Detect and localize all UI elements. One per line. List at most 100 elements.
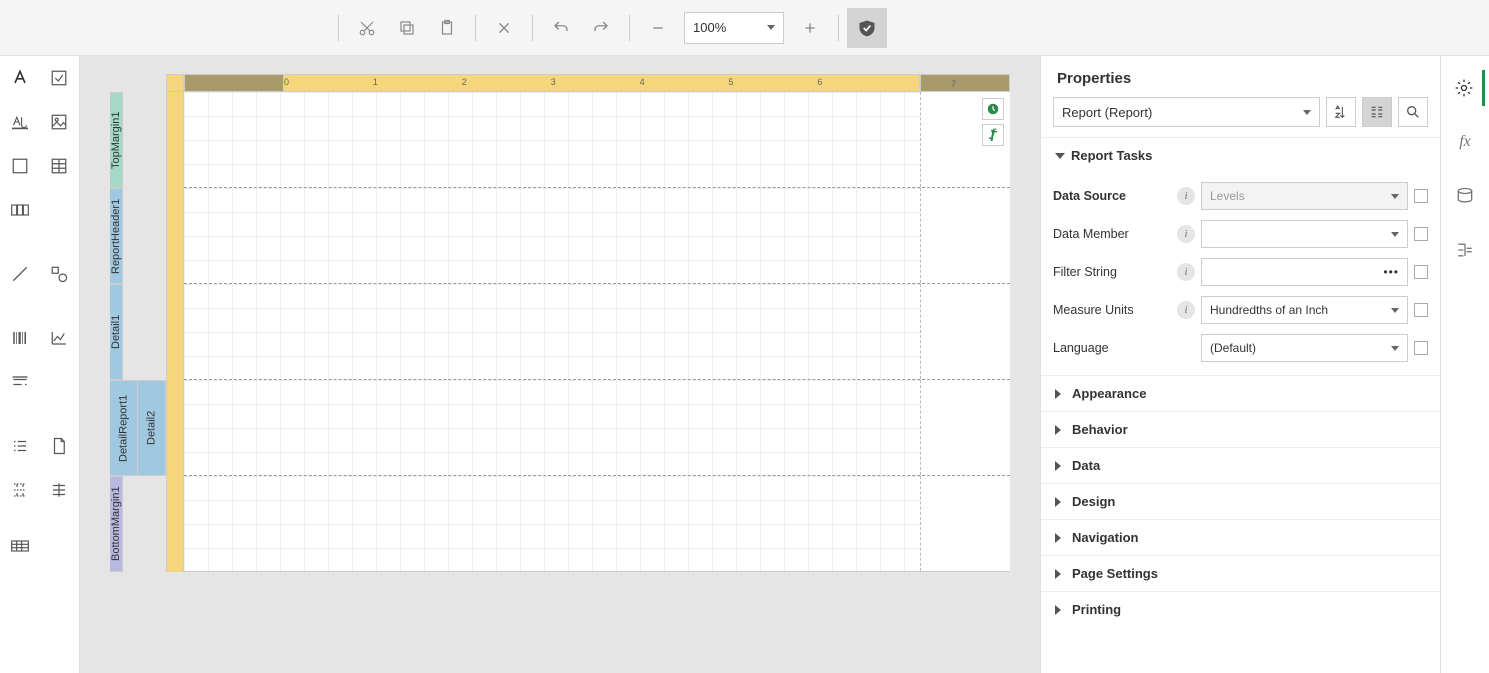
- line-tool[interactable]: [0, 252, 40, 296]
- section-label: Report Tasks: [1071, 148, 1152, 163]
- validate-button[interactable]: [847, 8, 887, 48]
- paste-button[interactable]: [427, 8, 467, 48]
- info-icon[interactable]: i: [1177, 263, 1195, 281]
- section-navigation[interactable]: Navigation: [1041, 519, 1440, 555]
- object-selector-value: Report (Report): [1062, 105, 1152, 120]
- band-detail[interactable]: [184, 284, 1010, 380]
- band-label-bottommargin[interactable]: BottomMargin1: [110, 476, 123, 572]
- tableofcontents-tool[interactable]: [0, 424, 40, 468]
- prop-input-datasource[interactable]: Levels: [1201, 182, 1408, 210]
- zoom-level-select[interactable]: 100%: [684, 12, 784, 44]
- prop-input-filterstring[interactable]: •••: [1201, 258, 1408, 286]
- zoom-in-button[interactable]: [790, 8, 830, 48]
- vertical-ruler[interactable]: [166, 284, 184, 380]
- chevron-right-icon: [1055, 497, 1066, 507]
- section-appearance[interactable]: Appearance: [1041, 375, 1440, 411]
- section-data[interactable]: Data: [1041, 447, 1440, 483]
- delete-button[interactable]: [484, 8, 524, 48]
- section-design[interactable]: Design: [1041, 483, 1440, 519]
- horizontal-ruler[interactable]: 0 1 2 3 4 5 6: [284, 74, 920, 92]
- band-detail2[interactable]: [184, 380, 1010, 476]
- properties-tab[interactable]: [1449, 70, 1485, 106]
- spacer: [40, 524, 80, 568]
- expression-button[interactable]: f: [982, 124, 1004, 146]
- band-reportheader[interactable]: [184, 188, 1010, 284]
- shape-tool[interactable]: [40, 252, 80, 296]
- crossband-tool[interactable]: [40, 468, 80, 512]
- band-label-detailreport[interactable]: DetailReport1: [110, 380, 138, 476]
- pagebreak-tool[interactable]: [0, 468, 40, 512]
- section-printing[interactable]: Printing: [1041, 591, 1440, 627]
- chart-tool[interactable]: [40, 316, 80, 360]
- vertical-ruler[interactable]: [166, 92, 184, 188]
- chevron-right-icon: [1055, 389, 1066, 399]
- design-surface[interactable]: 0 1 2 3 4 5 6 7 TopMargin1 ReportHeader1…: [80, 56, 1040, 673]
- smart-tag-button[interactable]: [982, 98, 1004, 120]
- prop-marker[interactable]: [1414, 265, 1428, 279]
- picturebox-tool[interactable]: [40, 100, 80, 144]
- section-pagesettings[interactable]: Page Settings: [1041, 555, 1440, 591]
- panel-tool[interactable]: [0, 144, 40, 188]
- info-icon[interactable]: i: [1177, 225, 1195, 243]
- band-topmargin[interactable]: [184, 92, 1010, 188]
- richtext-tool[interactable]: [0, 100, 40, 144]
- vertical-ruler[interactable]: [166, 380, 184, 476]
- ruler-tick: 7: [951, 79, 956, 89]
- ruler-tick: 6: [817, 77, 822, 87]
- prop-input-datamember[interactable]: [1201, 220, 1408, 248]
- section-report-tasks[interactable]: Report Tasks: [1041, 137, 1440, 173]
- gauge-tool[interactable]: [0, 360, 40, 404]
- sort-category-button[interactable]: [1362, 97, 1392, 127]
- copy-button[interactable]: [387, 8, 427, 48]
- chevron-down-icon: [1391, 346, 1399, 351]
- redo-button[interactable]: [581, 8, 621, 48]
- prop-label-datamember: Data Member: [1053, 227, 1171, 241]
- charactercomb-tool[interactable]: [0, 188, 40, 232]
- ruler-left-overflow: [184, 74, 284, 92]
- prop-input-language[interactable]: (Default): [1201, 334, 1408, 362]
- checkbox-tool[interactable]: [40, 56, 80, 100]
- info-icon[interactable]: i: [1177, 301, 1195, 319]
- info-icon[interactable]: i: [1177, 187, 1195, 205]
- sort-alpha-button[interactable]: [1326, 97, 1356, 127]
- band-bottommargin[interactable]: [184, 476, 1010, 572]
- section-label: Behavior: [1072, 422, 1128, 437]
- ruler-tick: 0: [284, 77, 289, 87]
- prop-marker[interactable]: [1414, 189, 1428, 203]
- ruler-tick: 3: [551, 77, 556, 87]
- band-label-detail[interactable]: Detail1: [110, 284, 123, 380]
- cut-button[interactable]: [347, 8, 387, 48]
- zoom-out-button[interactable]: [638, 8, 678, 48]
- reportexplorer-tab[interactable]: [1447, 232, 1483, 268]
- chevron-down-icon: [1391, 232, 1399, 237]
- prop-input-measureunits[interactable]: Hundredths of an Inch: [1201, 296, 1408, 324]
- prop-marker[interactable]: [1414, 227, 1428, 241]
- object-selector[interactable]: Report (Report): [1053, 97, 1320, 127]
- prop-value: Levels: [1210, 189, 1245, 203]
- spacer: [40, 188, 80, 232]
- band-label-detail2[interactable]: Detail2: [138, 380, 166, 476]
- spacer: [40, 360, 80, 404]
- pageinfo-tool[interactable]: [40, 424, 80, 468]
- undo-button[interactable]: [541, 8, 581, 48]
- prop-marker[interactable]: [1414, 341, 1428, 355]
- chevron-down-icon: [1391, 194, 1399, 199]
- fieldlist-tab[interactable]: [1447, 178, 1483, 214]
- section-label: Page Settings: [1072, 566, 1158, 581]
- report-tasks-body: Data Source i Levels Data Member i Filte…: [1041, 173, 1440, 375]
- crosstab-tool[interactable]: [0, 524, 40, 568]
- band-label-reportheader[interactable]: ReportHeader1: [110, 188, 123, 284]
- table-tool[interactable]: [40, 144, 80, 188]
- ruler-tick: 4: [640, 77, 645, 87]
- vertical-ruler[interactable]: [166, 476, 184, 572]
- prop-marker[interactable]: [1414, 303, 1428, 317]
- search-properties-button[interactable]: [1398, 97, 1428, 127]
- section-label: Appearance: [1072, 386, 1146, 401]
- barcode-tool[interactable]: [0, 316, 40, 360]
- section-behavior[interactable]: Behavior: [1041, 411, 1440, 447]
- expressions-tab[interactable]: fx: [1447, 124, 1483, 160]
- label-tool[interactable]: [0, 56, 40, 100]
- band-label-topmargin[interactable]: TopMargin1: [110, 92, 123, 188]
- vertical-ruler[interactable]: [166, 188, 184, 284]
- top-toolbar: 100%: [0, 0, 1489, 56]
